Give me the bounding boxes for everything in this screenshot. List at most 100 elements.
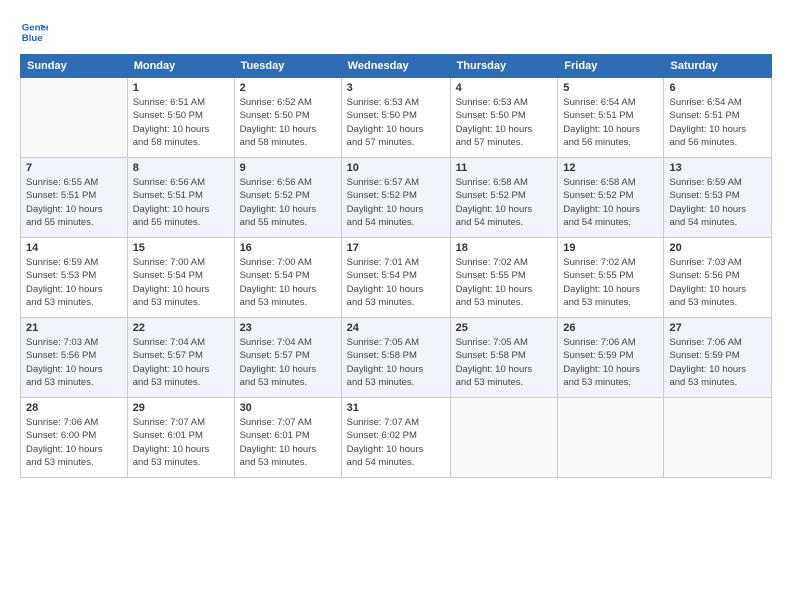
day-number: 31 — [347, 402, 445, 414]
day-number: 15 — [133, 242, 229, 254]
day-info-text: Sunrise: 6:53 AMSunset: 5:50 PMDaylight:… — [347, 96, 445, 149]
calendar-cell: 29 Sunrise: 7:07 AMSunset: 6:01 PMDayligh… — [127, 398, 234, 478]
calendar-cell: 25 Sunrise: 7:05 AMSunset: 5:58 PMDayligh… — [450, 318, 558, 398]
calendar-cell — [558, 398, 664, 478]
day-number: 11 — [456, 162, 553, 174]
calendar-week-row: 1Sunrise: 6:51 AMSunset: 5:50 PMDaylight… — [21, 78, 772, 158]
day-number: 14 — [26, 242, 122, 254]
calendar-week-row: 7Sunrise: 6:55 AMSunset: 5:51 PMDaylight… — [21, 158, 772, 238]
day-info-text: Sunrise: 7:06 AMSunset: 5:59 PMDaylight:… — [669, 336, 766, 389]
calendar-cell: 22Sunrise: 7:04 AMSunset: 5:57 PMDayligh… — [127, 318, 234, 398]
day-info-text: Sunrise: 7:07 AMSunset: 6:01 PMDaylight:… — [133, 416, 229, 469]
calendar-cell: 21 Sunrise: 7:03 AMSunset: 5:56 PMDayligh… — [21, 318, 128, 398]
day-number: 3 — [347, 82, 445, 94]
day-number: 7 — [26, 162, 122, 174]
day-info-text: Sunrise: 6:52 AMSunset: 5:50 PMDaylight:… — [240, 96, 336, 149]
day-header-thursday: Thursday — [450, 55, 558, 78]
calendar-cell — [21, 78, 128, 158]
day-number: 5 — [563, 82, 658, 94]
day-number: 6 — [669, 82, 766, 94]
day-number: 29 — [133, 402, 229, 414]
day-number: 26 — [563, 322, 658, 334]
calendar-cell: 5 Sunrise: 6:54 AMSunset: 5:51 PMDaylight… — [558, 78, 664, 158]
calendar-cell: 10Sunrise: 6:57 AMSunset: 5:52 PMDayligh… — [341, 158, 450, 238]
calendar-cell: 2 Sunrise: 6:52 AMSunset: 5:50 PMDaylight… — [234, 78, 341, 158]
day-number: 20 — [669, 242, 766, 254]
day-number: 19 — [563, 242, 658, 254]
calendar-table: SundayMondayTuesdayWednesdayThursdayFrid… — [20, 54, 772, 478]
calendar-cell: 14Sunrise: 6:59 AMSunset: 5:53 PMDayligh… — [21, 238, 128, 318]
page: General Blue SundayMondayTuesdayWednesda… — [0, 0, 792, 612]
day-info-text: Sunrise: 7:04 AMSunset: 5:57 PMDaylight:… — [240, 336, 336, 389]
day-info-text: Sunrise: 6:53 AMSunset: 5:50 PMDaylight:… — [456, 96, 553, 149]
day-info-text: Sunrise: 7:07 AMSunset: 6:01 PMDaylight:… — [240, 416, 336, 469]
calendar-cell: 1Sunrise: 6:51 AMSunset: 5:50 PMDaylight… — [127, 78, 234, 158]
day-header-monday: Monday — [127, 55, 234, 78]
day-header-wednesday: Wednesday — [341, 55, 450, 78]
day-info-text: Sunrise: 7:04 AMSunset: 5:57 PMDaylight:… — [133, 336, 229, 389]
day-info-text: Sunrise: 7:07 AMSunset: 6:02 PMDaylight:… — [347, 416, 445, 469]
day-info-text: Sunrise: 6:58 AMSunset: 5:52 PMDaylight:… — [563, 176, 658, 229]
day-info-text: Sunrise: 6:51 AMSunset: 5:50 PMDaylight:… — [133, 96, 229, 149]
calendar-body: 1Sunrise: 6:51 AMSunset: 5:50 PMDaylight… — [21, 78, 772, 478]
calendar-cell: 12 Sunrise: 6:58 AMSunset: 5:52 PMDayligh… — [558, 158, 664, 238]
day-info-text: Sunrise: 7:05 AMSunset: 5:58 PMDaylight:… — [456, 336, 553, 389]
day-header-sunday: Sunday — [21, 55, 128, 78]
calendar-cell: 15 Sunrise: 7:00 AMSunset: 5:54 PMDayligh… — [127, 238, 234, 318]
calendar-cell: 17 Sunrise: 7:01 AMSunset: 5:54 PMDayligh… — [341, 238, 450, 318]
day-number: 4 — [456, 82, 553, 94]
calendar-cell: 16Sunrise: 7:00 AMSunset: 5:54 PMDayligh… — [234, 238, 341, 318]
day-number: 25 — [456, 322, 553, 334]
day-number: 27 — [669, 322, 766, 334]
day-info-text: Sunrise: 6:54 AMSunset: 5:51 PMDaylight:… — [563, 96, 658, 149]
day-info-text: Sunrise: 7:06 AMSunset: 5:59 PMDaylight:… — [563, 336, 658, 389]
day-info-text: Sunrise: 7:02 AMSunset: 5:55 PMDaylight:… — [563, 256, 658, 309]
calendar-week-row: 14Sunrise: 6:59 AMSunset: 5:53 PMDayligh… — [21, 238, 772, 318]
calendar-cell: 23 Sunrise: 7:04 AMSunset: 5:57 PMDayligh… — [234, 318, 341, 398]
calendar-cell: 26 Sunrise: 7:06 AMSunset: 5:59 PMDayligh… — [558, 318, 664, 398]
day-number: 9 — [240, 162, 336, 174]
day-info-text: Sunrise: 7:03 AMSunset: 5:56 PMDaylight:… — [26, 336, 122, 389]
day-info-text: Sunrise: 7:01 AMSunset: 5:54 PMDaylight:… — [347, 256, 445, 309]
calendar-cell — [450, 398, 558, 478]
calendar-header-row: SundayMondayTuesdayWednesdayThursdayFrid… — [21, 55, 772, 78]
calendar-cell: 28Sunrise: 7:06 AMSunset: 6:00 PMDayligh… — [21, 398, 128, 478]
day-number: 8 — [133, 162, 229, 174]
day-info-text: Sunrise: 6:57 AMSunset: 5:52 PMDaylight:… — [347, 176, 445, 229]
day-number: 21 — [26, 322, 122, 334]
day-number: 18 — [456, 242, 553, 254]
day-number: 30 — [240, 402, 336, 414]
calendar-cell — [664, 398, 772, 478]
header: General Blue — [20, 18, 772, 46]
day-info-text: Sunrise: 6:58 AMSunset: 5:52 PMDaylight:… — [456, 176, 553, 229]
day-info-text: Sunrise: 7:05 AMSunset: 5:58 PMDaylight:… — [347, 336, 445, 389]
logo-icon: General Blue — [20, 18, 48, 46]
calendar-cell: 20 Sunrise: 7:03 AMSunset: 5:56 PMDayligh… — [664, 238, 772, 318]
day-info-text: Sunrise: 6:59 AMSunset: 5:53 PMDaylight:… — [669, 176, 766, 229]
day-number: 2 — [240, 82, 336, 94]
day-number: 24 — [347, 322, 445, 334]
day-info-text: Sunrise: 7:00 AMSunset: 5:54 PMDaylight:… — [133, 256, 229, 309]
day-number: 12 — [563, 162, 658, 174]
svg-text:General: General — [22, 22, 48, 33]
calendar-cell: 9Sunrise: 6:56 AMSunset: 5:52 PMDaylight… — [234, 158, 341, 238]
calendar-cell: 4 Sunrise: 6:53 AMSunset: 5:50 PMDaylight… — [450, 78, 558, 158]
svg-text:Blue: Blue — [22, 33, 43, 44]
day-info-text: Sunrise: 7:00 AMSunset: 5:54 PMDaylight:… — [240, 256, 336, 309]
calendar-cell: 19 Sunrise: 7:02 AMSunset: 5:55 PMDayligh… — [558, 238, 664, 318]
day-number: 17 — [347, 242, 445, 254]
day-number: 23 — [240, 322, 336, 334]
day-info-text: Sunrise: 7:02 AMSunset: 5:55 PMDaylight:… — [456, 256, 553, 309]
calendar-cell: 31 Sunrise: 7:07 AMSunset: 6:02 PMDayligh… — [341, 398, 450, 478]
day-info-text: Sunrise: 7:06 AMSunset: 6:00 PMDaylight:… — [26, 416, 122, 469]
day-info-text: Sunrise: 6:56 AMSunset: 5:51 PMDaylight:… — [133, 176, 229, 229]
calendar-week-row: 21 Sunrise: 7:03 AMSunset: 5:56 PMDayligh… — [21, 318, 772, 398]
calendar-week-row: 28Sunrise: 7:06 AMSunset: 6:00 PMDayligh… — [21, 398, 772, 478]
day-header-friday: Friday — [558, 55, 664, 78]
day-info-text: Sunrise: 7:03 AMSunset: 5:56 PMDaylight:… — [669, 256, 766, 309]
day-header-saturday: Saturday — [664, 55, 772, 78]
calendar-cell: 13Sunrise: 6:59 AMSunset: 5:53 PMDayligh… — [664, 158, 772, 238]
calendar-cell: 6Sunrise: 6:54 AMSunset: 5:51 PMDaylight… — [664, 78, 772, 158]
calendar-cell: 11 Sunrise: 6:58 AMSunset: 5:52 PMDayligh… — [450, 158, 558, 238]
calendar-cell: 18 Sunrise: 7:02 AMSunset: 5:55 PMDayligh… — [450, 238, 558, 318]
